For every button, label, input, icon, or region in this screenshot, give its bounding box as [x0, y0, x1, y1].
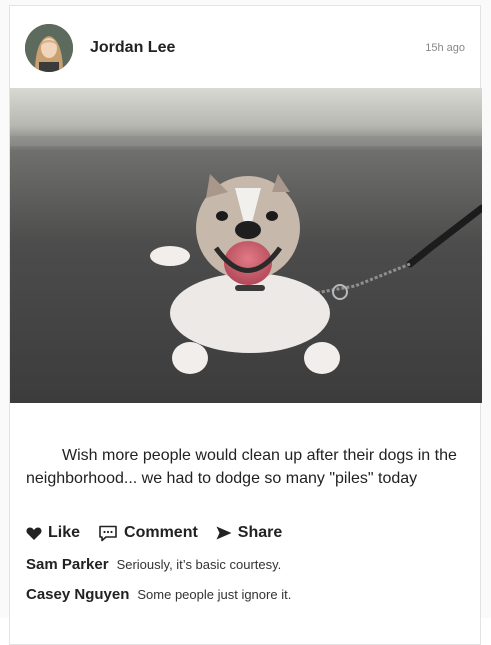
post-actions: Like Comment Share: [26, 521, 282, 545]
comment-label: Comment: [124, 524, 198, 541]
share-button[interactable]: Share: [216, 524, 282, 542]
heart-icon: [26, 527, 42, 540]
post-card: Jordan Lee 15h ago Wish more people woul…: [9, 5, 482, 645]
comment-list: Sam Parker Seriously, it’s basic courtes…: [26, 556, 471, 616]
share-label: Share: [237, 524, 283, 541]
post-caption: Wish more people would clean up after th…: [26, 447, 457, 487]
post-header: Jordan Lee 15h ago: [10, 6, 480, 88]
post-timestamp: 15h ago: [425, 42, 465, 54]
post-author-name[interactable]: Jordan Lee: [90, 39, 175, 57]
avatar-photo: [25, 24, 73, 72]
like-label: Like: [48, 524, 81, 541]
avatar[interactable]: [25, 24, 73, 72]
share-arrow-icon: [216, 526, 232, 540]
comment-item: Casey Nguyen Some people just ignore it.: [26, 586, 471, 616]
comment-author[interactable]: Sam Parker: [26, 556, 109, 573]
speech-bubble-icon: [99, 525, 117, 541]
comment-button[interactable]: Comment: [98, 524, 198, 542]
post-photo: [10, 88, 482, 403]
comment-author[interactable]: Casey Nguyen: [26, 586, 129, 603]
comment-text: Some people just ignore it.: [137, 587, 292, 602]
comment-text: Seriously, it’s basic courtesy.: [116, 557, 282, 572]
like-button[interactable]: Like: [26, 524, 80, 542]
comment-item: Sam Parker Seriously, it’s basic courtes…: [26, 556, 471, 586]
